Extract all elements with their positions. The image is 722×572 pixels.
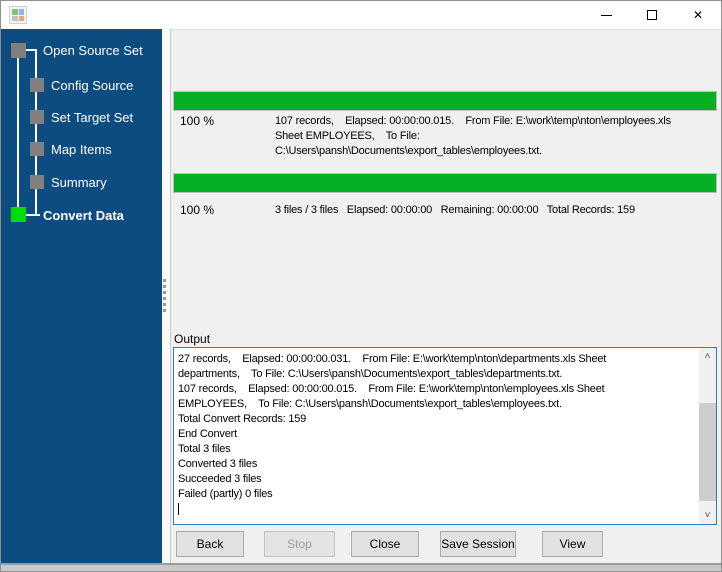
step-marker-map-items[interactable] — [30, 142, 44, 156]
app-icon-cell — [12, 15, 18, 21]
output-log-line: departments, To File: C:\Users\pansh\Doc… — [178, 368, 563, 380]
step-marker-convert-data[interactable] — [11, 207, 26, 222]
text-cursor — [178, 503, 179, 515]
app-icon — [9, 6, 27, 24]
file-progress-message: 107 records, Elapsed: 00:00:00.015. From… — [275, 114, 717, 159]
total-progress-bar — [173, 173, 717, 193]
output-log-line: Failed (partly) 0 files — [178, 488, 273, 500]
maximize-icon — [647, 10, 657, 20]
maximize-button[interactable] — [629, 1, 675, 29]
file-progress-message-line: C:\Users\pansh\Documents\export_tables\e… — [275, 145, 542, 157]
tree-connector-line — [35, 49, 37, 216]
app-icon-cell — [18, 15, 24, 21]
file-progress-row: 100 % 107 records, Elapsed: 00:00:00.015… — [180, 114, 717, 159]
output-scrollbar[interactable]: ˄ ˅ — [699, 348, 716, 524]
total-progress-summary: 3 files / 3 files Elapsed: 00:00:00 Rema… — [275, 204, 635, 216]
step-marker-set-target-set[interactable] — [30, 110, 44, 124]
scroll-down-icon[interactable]: ˅ — [699, 507, 716, 524]
output-log-line: Total 3 files — [178, 443, 231, 455]
sidebar-item-map-items[interactable]: Map Items — [51, 142, 112, 157]
output-label: Output — [174, 332, 211, 346]
tree-connector-line — [17, 57, 19, 208]
file-progress-bar — [173, 91, 717, 111]
output-log-line: 107 records, Elapsed: 00:00:00.015. From… — [178, 383, 605, 395]
close-dialog-button[interactable]: Close — [351, 531, 419, 557]
view-button[interactable]: View — [542, 531, 603, 557]
step-marker-open-source-set[interactable] — [11, 43, 26, 58]
file-progress-message-line: 107 records, Elapsed: 00:00:00.015. From… — [275, 115, 671, 127]
splitter-grip-icon — [163, 279, 166, 312]
output-log-line: Total Convert Records: 159 — [178, 413, 307, 425]
step-marker-config-source[interactable] — [30, 78, 44, 92]
titlebar: ✕ — [1, 1, 721, 29]
scroll-up-icon[interactable]: ˄ — [699, 348, 716, 365]
app-icon-cell — [12, 9, 18, 15]
total-progress-row: 100 % 3 files / 3 files Elapsed: 00:00:0… — [180, 203, 717, 218]
sidebar-splitter[interactable] — [162, 29, 171, 563]
output-log-line: Converted 3 files — [178, 458, 258, 470]
client-area: Open Source Set Config Source Set Target… — [1, 29, 721, 563]
window-controls: ✕ — [583, 1, 721, 29]
sidebar-item-set-target-set[interactable]: Set Target Set — [51, 110, 133, 125]
sidebar-item-convert-data[interactable]: Convert Data — [43, 208, 124, 223]
file-progress-percent: 100 % — [180, 114, 215, 128]
minimize-icon — [600, 14, 612, 16]
sidebar-item-config-source[interactable]: Config Source — [51, 78, 133, 93]
tree-connector-line — [25, 49, 37, 51]
output-caret-line — [178, 502, 696, 517]
output-log-line: End Convert — [178, 428, 237, 440]
close-icon: ✕ — [692, 8, 704, 22]
output-textbox[interactable]: 27 records, Elapsed: 00:00:00.031. From … — [173, 347, 717, 525]
wizard-steps-sidebar: Open Source Set Config Source Set Target… — [1, 29, 162, 563]
minimize-button[interactable] — [583, 1, 629, 29]
convert-panel: 100 % 107 records, Elapsed: 00:00:00.015… — [171, 29, 721, 563]
scrollbar-thumb[interactable] — [699, 403, 716, 501]
stop-button: Stop — [264, 531, 335, 557]
window-resize-border — [1, 563, 721, 571]
sidebar-item-summary[interactable]: Summary — [51, 175, 107, 190]
app-icon-cell — [18, 9, 24, 15]
back-button[interactable]: Back — [176, 531, 244, 557]
step-marker-summary[interactable] — [30, 175, 44, 189]
sidebar-item-open-source-set[interactable]: Open Source Set — [43, 43, 143, 58]
tree-connector-line — [26, 214, 40, 216]
output-log-line: EMPLOYEES, To File: C:\Users\pansh\Docum… — [178, 398, 562, 410]
close-button[interactable]: ✕ — [675, 1, 721, 29]
save-session-button[interactable]: Save Session — [440, 531, 516, 557]
total-progress-percent: 100 % — [180, 203, 215, 217]
output-log: 27 records, Elapsed: 00:00:00.031. From … — [178, 352, 696, 522]
app-window: ✕ Open Source Set Config Source Set Targ… — [0, 0, 722, 572]
output-log-line: 27 records, Elapsed: 00:00:00.031. From … — [178, 353, 607, 365]
file-progress-message-line: Sheet EMPLOYEES, To File: — [275, 130, 420, 142]
output-log-line: Succeeded 3 files — [178, 473, 262, 485]
